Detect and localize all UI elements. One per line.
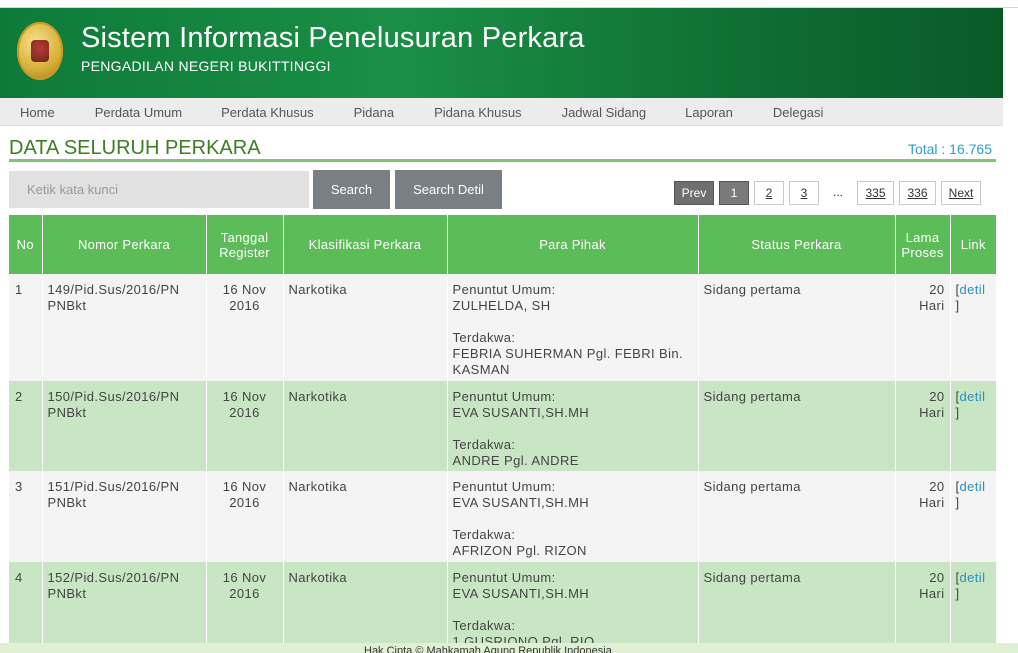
table-header-row: No Nomor Perkara Tanggal Register Klasif… <box>9 215 996 274</box>
penuntut-label: Penuntut Umum: <box>452 389 556 404</box>
cell-no: 3 <box>9 471 43 562</box>
cell-link: [detil] <box>950 274 996 381</box>
terdakwa-label: Terdakwa: <box>452 527 516 542</box>
cell-pihak: Penuntut Umum: EVA SUSANTI,SH.MH Terdakw… <box>447 471 699 562</box>
page-footer: Hak Cipta © Mahkamah Agung Republik Indo… <box>0 643 1018 653</box>
terdakwa-name: AFRIZON Pgl. RIZON <box>452 543 587 558</box>
cell-tanggal: 16 Nov 2016 <box>206 471 284 562</box>
cell-klasifikasi: Narkotika <box>283 381 448 471</box>
col-header-link: Link <box>950 215 996 274</box>
cell-tanggal: 16 Nov 2016 <box>206 274 284 381</box>
cell-nomor: 151/Pid.Sus/2016/PN PNBkt <box>42 471 207 562</box>
court-emblem-logo <box>17 22 63 80</box>
cell-status: Sidang pertama <box>698 562 896 652</box>
cell-link: [detil] <box>950 562 996 652</box>
nav-item-perdata-umum[interactable]: Perdata Umum <box>95 105 182 120</box>
nav-item-laporan[interactable]: Laporan <box>685 105 733 120</box>
main-nav: Home Perdata Umum Perdata Khusus Pidana … <box>0 98 1003 126</box>
pagination-page-3[interactable]: 3 <box>789 181 819 205</box>
col-header-pihak: Para Pihak <box>447 215 699 274</box>
terdakwa-label: Terdakwa: <box>452 618 516 633</box>
detil-link[interactable]: detil <box>960 282 986 297</box>
cell-pihak: Penuntut Umum: EVA SUSANTI,SH.MH Terdakw… <box>447 381 699 471</box>
penuntut-label: Penuntut Umum: <box>452 570 556 585</box>
terdakwa-name: FEBRIA SUHERMAN Pgl. FEBRI Bin. KASMAN <box>452 346 684 377</box>
pagination-page-2[interactable]: 2 <box>754 181 784 205</box>
col-header-status: Status Perkara <box>698 215 896 274</box>
detil-link[interactable]: detil <box>960 479 986 494</box>
cell-no: 4 <box>9 562 43 652</box>
cell-lama: 20 Hari <box>895 471 951 562</box>
pagination-page-1[interactable]: 1 <box>719 181 749 205</box>
cell-status: Sidang pertama <box>698 471 896 562</box>
site-title: Sistem Informasi Penelusuran Perkara <box>81 22 585 54</box>
table-row: 4 152/Pid.Sus/2016/PN PNBkt 16 Nov 2016 … <box>9 562 996 652</box>
penuntut-label: Penuntut Umum: <box>452 479 556 494</box>
pagination-page-335[interactable]: 335 <box>857 181 894 205</box>
total-count: Total : 16.765 <box>907 141 992 157</box>
cell-tanggal: 16 Nov 2016 <box>206 562 284 652</box>
table-row: 3 151/Pid.Sus/2016/PN PNBkt 16 Nov 2016 … <box>9 471 996 562</box>
detil-link[interactable]: detil <box>960 570 986 585</box>
nav-item-perdata-khusus[interactable]: Perdata Khusus <box>221 105 314 120</box>
cell-klasifikasi: Narkotika <box>283 274 448 381</box>
cell-status: Sidang pertama <box>698 381 896 471</box>
nav-item-delegasi[interactable]: Delegasi <box>773 105 824 120</box>
search-detail-button[interactable]: Search Detil <box>395 170 502 209</box>
pagination-ellipsis: ... <box>832 185 843 199</box>
cell-pihak: Penuntut Umum: EVA SUSANTI,SH.MH Terdakw… <box>447 562 699 652</box>
cell-lama: 20 Hari <box>895 562 951 652</box>
cell-link: [detil] <box>950 381 996 471</box>
terdakwa-label: Terdakwa: <box>452 437 516 452</box>
browser-top-strip <box>0 0 1018 8</box>
pagination-page-336[interactable]: 336 <box>899 181 936 205</box>
col-header-tanggal: Tanggal Register <box>206 215 284 274</box>
penuntut-name: EVA SUSANTI,SH.MH <box>452 495 590 510</box>
cell-no: 1 <box>9 274 43 381</box>
penuntut-name: EVA SUSANTI,SH.MH <box>452 586 590 601</box>
cell-link: [detil] <box>950 471 996 562</box>
cell-lama: 20 Hari <box>895 381 951 471</box>
search-button[interactable]: Search <box>313 170 390 209</box>
detil-link[interactable]: detil <box>960 389 986 404</box>
col-header-klasifikasi: Klasifikasi Perkara <box>283 215 448 274</box>
pagination-next[interactable]: Next <box>941 181 981 205</box>
pagination-prev[interactable]: Prev <box>674 181 714 205</box>
site-header: Sistem Informasi Penelusuran Perkara PEN… <box>0 8 1003 98</box>
page-heading-bar: DATA SELURUH PERKARA Total : 16.765 <box>9 136 996 162</box>
copyright-text: Hak Cipta © Mahkamah Agung Republik Indo… <box>364 645 612 653</box>
nav-item-home[interactable]: Home <box>20 105 55 120</box>
penuntut-name: ZULHELDA, SH <box>452 298 551 313</box>
terdakwa-label: Terdakwa: <box>452 330 516 345</box>
search-input[interactable] <box>9 171 309 208</box>
table-row: 1 149/Pid.Sus/2016/PN PNBkt 16 Nov 2016 … <box>9 274 996 381</box>
col-header-no: No <box>9 215 43 274</box>
cell-pihak: Penuntut Umum: ZULHELDA, SH Terdakwa: FE… <box>447 274 699 381</box>
table-row: 2 150/Pid.Sus/2016/PN PNBkt 16 Nov 2016 … <box>9 381 996 471</box>
nav-item-pidana[interactable]: Pidana <box>354 105 394 120</box>
nav-item-jadwal-sidang[interactable]: Jadwal Sidang <box>562 105 647 120</box>
penuntut-label: Penuntut Umum: <box>452 282 556 297</box>
terdakwa-name: ANDRE Pgl. ANDRE <box>452 453 579 468</box>
site-subtitle: PENGADILAN NEGERI BUKITTINGGI <box>81 58 331 74</box>
cell-nomor: 150/Pid.Sus/2016/PN PNBkt <box>42 381 207 471</box>
page-title: DATA SELURUH PERKARA <box>9 137 261 159</box>
col-header-nomor: Nomor Perkara <box>42 215 207 274</box>
cases-table: No Nomor Perkara Tanggal Register Klasif… <box>9 215 996 652</box>
cell-klasifikasi: Narkotika <box>283 471 448 562</box>
cell-tanggal: 16 Nov 2016 <box>206 381 284 471</box>
col-header-lama: Lama Proses <box>895 215 951 274</box>
cell-status: Sidang pertama <box>698 274 896 381</box>
cell-nomor: 149/Pid.Sus/2016/PN PNBkt <box>42 274 207 381</box>
cell-nomor: 152/Pid.Sus/2016/PN PNBkt <box>42 562 207 652</box>
nav-item-pidana-khusus[interactable]: Pidana Khusus <box>434 105 521 120</box>
cell-klasifikasi: Narkotika <box>283 562 448 652</box>
penuntut-name: EVA SUSANTI,SH.MH <box>452 405 590 420</box>
cell-no: 2 <box>9 381 43 471</box>
cell-lama: 20 Hari <box>895 274 951 381</box>
